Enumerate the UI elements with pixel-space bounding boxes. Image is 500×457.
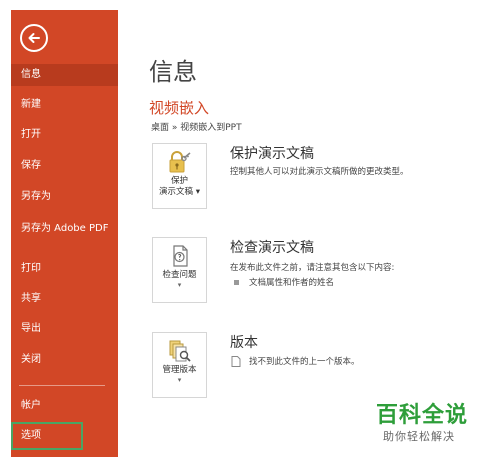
- lock-key-icon: [169, 151, 191, 173]
- document-title: 视频嵌入: [149, 99, 210, 117]
- chevron-down-icon: ▾: [177, 281, 182, 289]
- inspect-bullet-text: 文档属性和作者的姓名: [249, 278, 335, 288]
- watermark-title: 百科全说: [376, 403, 469, 428]
- protect-tile-label: 保护: [170, 176, 188, 186]
- manage-versions-button[interactable]: 管理版本 ▾: [152, 332, 207, 398]
- back-arrow-icon[interactable]: [20, 24, 48, 52]
- protect-presentation-button[interactable]: 保护 演示文稿 ▾: [152, 143, 207, 209]
- sidebar-item-save-as[interactable]: 另存为: [11, 186, 118, 208]
- versions-bullet: 找不到此文件的上一个版本。: [231, 355, 360, 367]
- inspect-description: 在发布此文件之前，请注意其包含以下内容:: [230, 263, 395, 273]
- sidebar-item-new[interactable]: 新建: [11, 94, 118, 116]
- manage-versions-label: 管理版本: [162, 365, 197, 375]
- protect-description: 控制其他人可以对此演示文稿所做的更改类型。: [230, 167, 409, 177]
- document-check-icon: [172, 245, 188, 267]
- page-title: 信息: [149, 58, 197, 86]
- sidebar-item-share[interactable]: 共享: [11, 288, 118, 310]
- sidebar-item-options[interactable]: 选项: [11, 422, 83, 450]
- protect-tile-label-2: 演示文稿 ▾: [159, 187, 200, 197]
- sidebar-item-save-as-pdf[interactable]: 另存为 Adobe PDF: [11, 220, 118, 250]
- inspect-title: 检查演示文稿: [230, 240, 314, 256]
- sidebar-item-info[interactable]: 信息: [11, 64, 118, 86]
- sidebar-divider: [19, 385, 105, 386]
- check-issues-label: 检查问题: [162, 270, 197, 280]
- sidebar-item-close[interactable]: 关闭: [11, 349, 118, 371]
- versions-title: 版本: [230, 335, 258, 351]
- versions-bullet-text: 找不到此文件的上一个版本。: [249, 357, 360, 367]
- inspect-bullet: 文档属性和作者的姓名: [234, 276, 334, 288]
- chevron-down-icon: ▾: [177, 376, 182, 384]
- breadcrumb: 桌面 » 视频嵌入到PPT: [151, 123, 242, 133]
- backstage-sidebar: 信息 新建 打开 保存 另存为 另存为 Adobe PDF 打印 共享 导出 关…: [11, 10, 118, 457]
- sidebar-item-save[interactable]: 保存: [11, 155, 118, 177]
- bullet-square-icon: [234, 280, 239, 285]
- check-issues-button[interactable]: 检查问题 ▾: [152, 237, 207, 303]
- watermark-subtitle: 助你轻松解决: [383, 430, 455, 443]
- sidebar-item-export[interactable]: 导出: [11, 318, 118, 340]
- sidebar-item-open[interactable]: 打开: [11, 124, 118, 146]
- sidebar-item-account[interactable]: 帐户: [11, 395, 118, 417]
- document-icon: [231, 356, 241, 367]
- protect-title: 保护演示文稿: [230, 146, 314, 162]
- sidebar-item-print[interactable]: 打印: [11, 258, 118, 280]
- versions-search-icon: [169, 340, 191, 362]
